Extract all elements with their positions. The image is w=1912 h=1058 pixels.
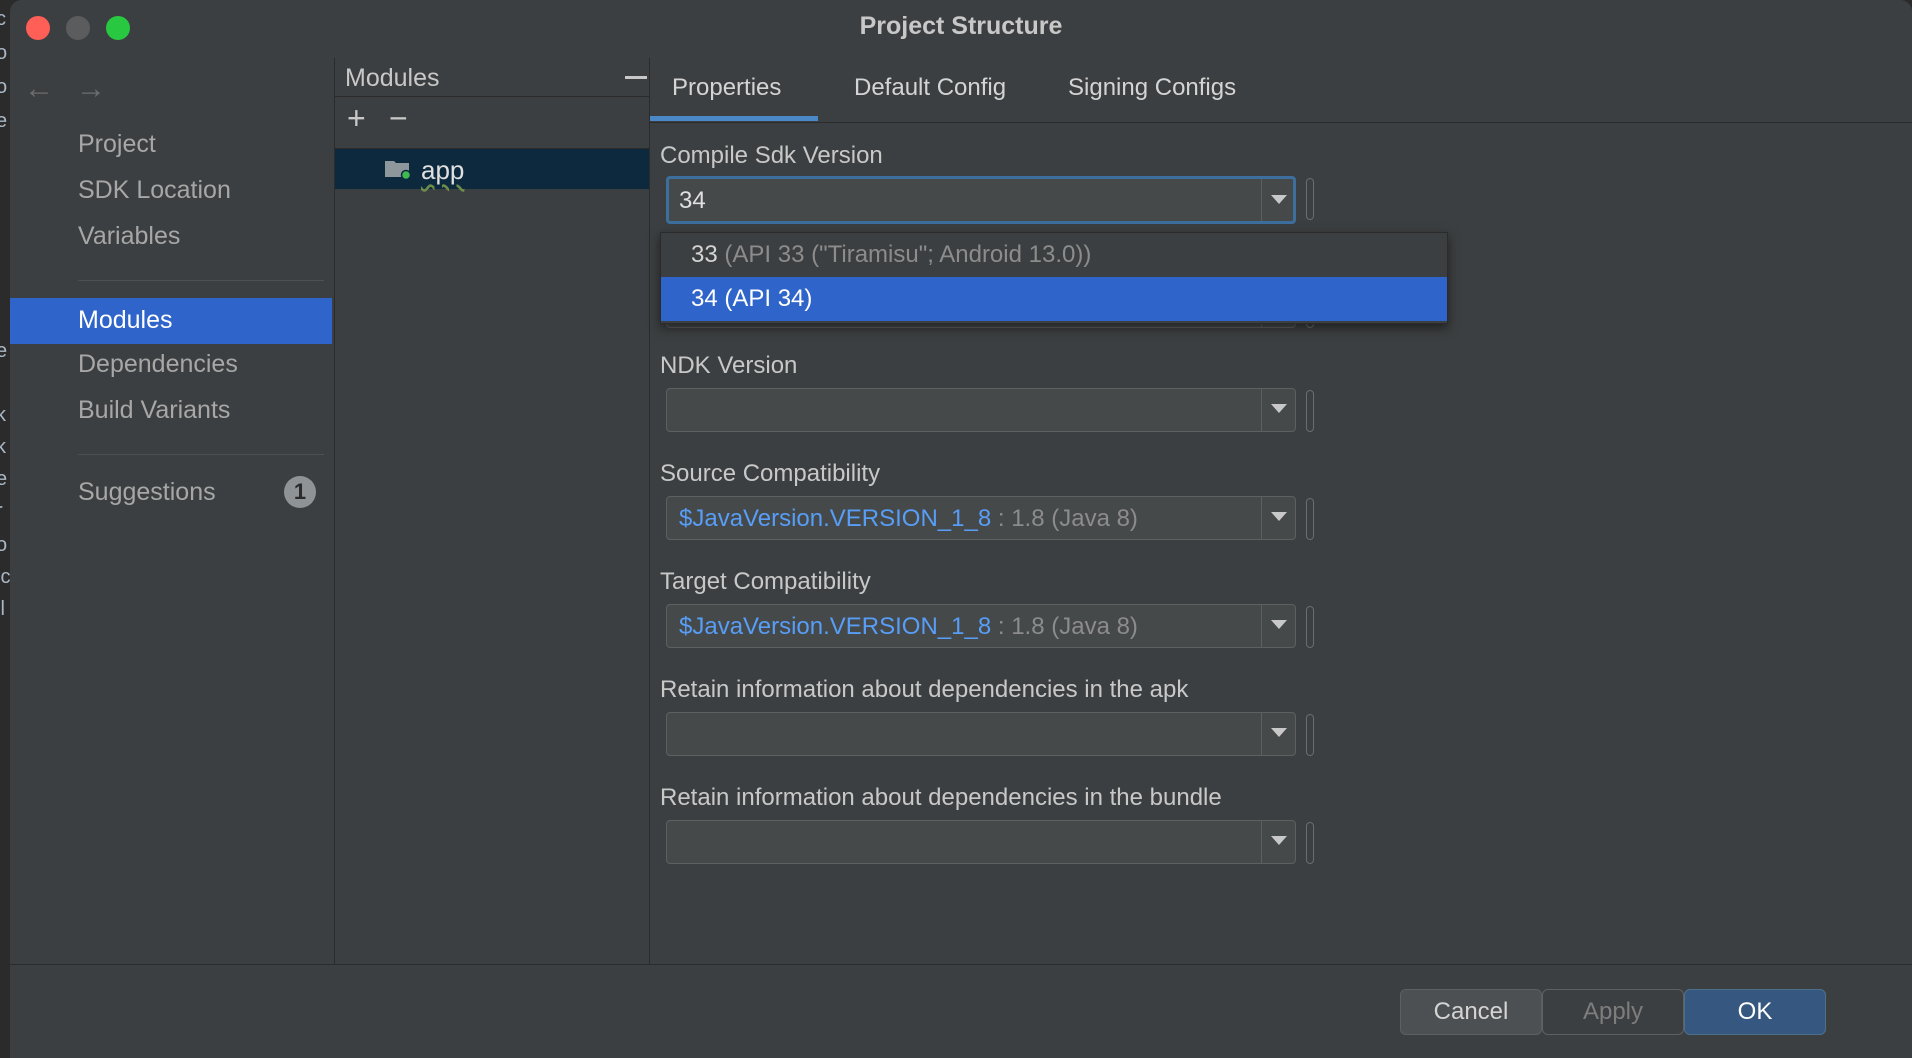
retain-apk-combo[interactable] bbox=[666, 712, 1296, 756]
project-structure-dialog: Project Structure ← → Project SDK Locati… bbox=[10, 0, 1912, 1058]
ok-button[interactable]: OK bbox=[1684, 989, 1826, 1035]
modules-tree: app bbox=[335, 148, 649, 965]
module-name: app bbox=[421, 155, 465, 185]
variable-pill[interactable] bbox=[1306, 606, 1314, 648]
compile-sdk-dropdown: 33 (API 33 ("Tiramisu"; Android 13.0)) 3… bbox=[660, 232, 1448, 324]
sidebar-divider bbox=[78, 454, 324, 455]
tab-default-config[interactable]: Default Config bbox=[854, 74, 1006, 102]
sidebar-divider bbox=[78, 280, 324, 281]
combo-divider bbox=[1261, 713, 1262, 755]
sidebar-item-variables[interactable]: Variables bbox=[78, 222, 180, 251]
combo-divider bbox=[1261, 605, 1262, 647]
variable-pill[interactable] bbox=[1306, 390, 1314, 432]
combo-divider bbox=[1261, 497, 1262, 539]
suggestions-count-badge: 1 bbox=[284, 476, 316, 508]
combo-divider bbox=[1261, 179, 1262, 221]
dropdown-option-34[interactable]: 34 (API 34) bbox=[661, 277, 1447, 321]
chevron-down-icon[interactable] bbox=[1271, 512, 1287, 521]
tab-signing-configs[interactable]: Signing Configs bbox=[1068, 74, 1236, 102]
ndk-version-combo[interactable] bbox=[666, 388, 1296, 432]
retain-bundle-combo[interactable] bbox=[666, 820, 1296, 864]
chevron-down-icon[interactable] bbox=[1271, 620, 1287, 629]
chevron-down-icon[interactable] bbox=[1271, 728, 1287, 737]
combo-divider bbox=[1261, 821, 1262, 863]
sidebar: ← → Project SDK Location Variables Modul… bbox=[10, 58, 332, 964]
remove-module-button[interactable]: − bbox=[389, 102, 408, 134]
ndk-version-label: NDK Version bbox=[660, 352, 798, 379]
source-compat-combo[interactable]: $JavaVersion.VERSION_1_8 : 1.8 (Java 8) bbox=[666, 496, 1296, 540]
retain-apk-label: Retain information about dependencies in… bbox=[660, 676, 1189, 703]
target-compat-combo[interactable]: $JavaVersion.VERSION_1_8 : 1.8 (Java 8) bbox=[666, 604, 1296, 648]
active-tab-indicator bbox=[650, 116, 818, 121]
source-compat-value: $JavaVersion.VERSION_1_8 : 1.8 (Java 8) bbox=[679, 505, 1138, 533]
compile-sdk-combo[interactable]: 34 bbox=[666, 176, 1296, 224]
background-editor-strip: cooe ekke roicll bbox=[0, 0, 10, 1058]
target-compat-value: $JavaVersion.VERSION_1_8 : 1.8 (Java 8) bbox=[679, 613, 1138, 641]
module-row-app[interactable]: app bbox=[335, 149, 649, 189]
option-main: 34 (API 34) bbox=[691, 285, 813, 312]
sidebar-item-build-variants[interactable]: Build Variants bbox=[78, 396, 230, 425]
sidebar-item-sdk-location[interactable]: SDK Location bbox=[78, 176, 231, 205]
dialog-footer: Cancel Apply OK bbox=[10, 964, 1912, 1058]
sidebar-item-project[interactable]: Project bbox=[78, 130, 156, 159]
variable-pill[interactable] bbox=[1306, 178, 1314, 220]
sidebar-item-modules[interactable]: Modules bbox=[10, 298, 332, 344]
target-compat-resolved: : 1.8 (Java 8) bbox=[997, 613, 1138, 640]
option-text: 33 (API 33 ("Tiramisu"; Android 13.0)) bbox=[691, 241, 1091, 269]
cancel-button[interactable]: Cancel bbox=[1400, 989, 1542, 1035]
forward-arrow-icon[interactable]: → bbox=[76, 72, 106, 106]
back-arrow-icon[interactable]: ← bbox=[24, 72, 54, 106]
variable-pill[interactable] bbox=[1306, 498, 1314, 540]
target-compat-label: Target Compatibility bbox=[660, 568, 871, 595]
combo-divider bbox=[1261, 389, 1262, 431]
source-compat-label: Source Compatibility bbox=[660, 460, 881, 487]
source-compat-resolved: : 1.8 (Java 8) bbox=[997, 505, 1138, 532]
modules-header: Modules bbox=[335, 58, 649, 97]
option-main: 33 bbox=[691, 241, 718, 268]
chevron-down-icon[interactable] bbox=[1271, 836, 1287, 845]
tab-properties[interactable]: Properties bbox=[672, 74, 781, 102]
target-compat-variable: $JavaVersion.VERSION_1_8 bbox=[679, 613, 992, 640]
source-compat-variable: $JavaVersion.VERSION_1_8 bbox=[679, 505, 992, 532]
apply-button[interactable]: Apply bbox=[1542, 989, 1684, 1035]
collapse-panel-button[interactable] bbox=[625, 76, 647, 79]
chevron-down-icon[interactable] bbox=[1271, 404, 1287, 413]
sidebar-item-label: Modules bbox=[78, 306, 173, 334]
module-folder-icon bbox=[385, 161, 411, 179]
tab-bar: Properties Default Config Signing Config… bbox=[650, 58, 1912, 123]
variable-pill[interactable] bbox=[1306, 822, 1314, 864]
sidebar-item-dependencies[interactable]: Dependencies bbox=[78, 350, 238, 379]
sidebar-item-suggestions[interactable]: Suggestions bbox=[78, 478, 216, 507]
chevron-down-icon[interactable] bbox=[1271, 195, 1287, 204]
module-properties-pane: Properties Default Config Signing Config… bbox=[650, 58, 1912, 964]
modules-panel: Modules + − app bbox=[334, 58, 650, 964]
compile-sdk-label: Compile Sdk Version bbox=[660, 142, 883, 169]
compile-sdk-value: 34 bbox=[679, 187, 706, 214]
dropdown-option-33[interactable]: 33 (API 33 ("Tiramisu"; Android 13.0)) bbox=[661, 233, 1447, 277]
title-bar: Project Structure bbox=[10, 0, 1912, 54]
add-module-button[interactable]: + bbox=[347, 102, 366, 134]
option-detail: (API 33 ("Tiramisu"; Android 13.0)) bbox=[724, 241, 1092, 268]
modules-panel-title: Modules bbox=[345, 64, 440, 92]
retain-bundle-label: Retain information about dependencies in… bbox=[660, 784, 1222, 811]
window-title: Project Structure bbox=[859, 12, 1063, 40]
variable-pill[interactable] bbox=[1306, 714, 1314, 756]
